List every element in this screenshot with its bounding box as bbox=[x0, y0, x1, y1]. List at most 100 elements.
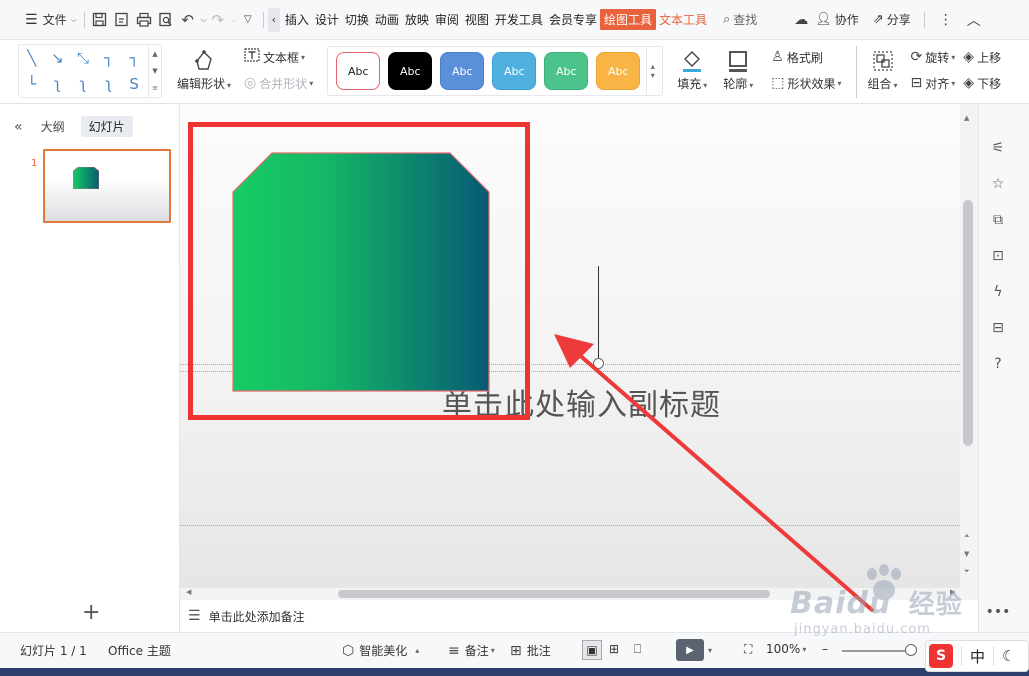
collapse-ribbon-icon[interactable]: ︿ bbox=[963, 9, 985, 31]
tab-view[interactable]: 视图 bbox=[462, 11, 492, 28]
grid-view-icon[interactable]: ⊞ bbox=[609, 642, 619, 656]
caret-down-icon[interactable]: ▾ bbox=[651, 71, 655, 80]
zoom-level[interactable]: 100% ▾ bbox=[766, 642, 806, 656]
add-slide-icon[interactable]: + bbox=[82, 600, 100, 625]
arrow-line-icon[interactable]: ↘ bbox=[51, 49, 64, 67]
search-button[interactable]: ⌕ 查找 bbox=[720, 7, 760, 33]
tab-drawing-tools[interactable]: 绘图工具 bbox=[599, 9, 656, 30]
file-menu[interactable]: ☰ 文件 ⌵ bbox=[22, 7, 80, 33]
save-icon[interactable] bbox=[89, 9, 111, 31]
tab-animation[interactable]: 动画 bbox=[372, 11, 402, 28]
smart-beautify-button[interactable]: ⬡ 智能美化 ▴ bbox=[342, 642, 419, 659]
play-button[interactable]: ▶ ▾ bbox=[676, 639, 712, 661]
curved-double-arrow-icon[interactable]: ʅ bbox=[105, 75, 112, 93]
elbow-arrow-connector-icon[interactable]: ┐ bbox=[130, 49, 139, 67]
curved-arrow-connector-icon[interactable]: ʅ bbox=[80, 75, 87, 93]
merge-shape-button[interactable]: ◎ 合并形状 ▾ bbox=[244, 70, 313, 96]
more-horizontal-icon[interactable]: ••• bbox=[986, 602, 1011, 622]
elbow-double-arrow-icon[interactable]: └ bbox=[27, 75, 36, 93]
outline-button[interactable]: 轮廓 ▾ bbox=[723, 49, 753, 92]
ime-toolbar[interactable]: S 中 ☾ bbox=[925, 640, 1029, 672]
text-box-button[interactable]: 文本框 ▾ bbox=[244, 44, 305, 70]
export-pdf-icon[interactable] bbox=[111, 9, 133, 31]
bring-forward-button[interactable]: ◈ 上移 bbox=[963, 44, 1001, 70]
tab-insert[interactable]: 插入 bbox=[282, 11, 312, 28]
more-vertical-icon[interactable]: ⋮ bbox=[935, 9, 957, 31]
collaborate-button[interactable]: 👤︎ 协作 bbox=[812, 7, 862, 33]
cloud-sync-icon[interactable]: ☁ bbox=[790, 9, 812, 31]
prev-slide-icon[interactable]: ⏶ bbox=[964, 532, 970, 541]
align-button[interactable]: ⊟ 对齐 ▾ bbox=[911, 70, 956, 96]
style-preset-5[interactable]: Abc bbox=[544, 52, 589, 90]
star-icon[interactable]: ☆ bbox=[988, 174, 1008, 194]
share-button[interactable]: ⇗ 分享 bbox=[870, 7, 914, 33]
slide-thumbnail[interactable] bbox=[43, 149, 171, 223]
tab-slides[interactable]: 幻灯片 bbox=[80, 116, 133, 137]
tab-text-tools[interactable]: 文本工具 bbox=[656, 11, 710, 28]
tab-review[interactable]: 审阅 bbox=[432, 11, 462, 28]
style-preset-3[interactable]: Abc bbox=[440, 52, 485, 90]
caret-down-icon[interactable]: ▼ bbox=[152, 67, 157, 75]
send-backward-button[interactable]: ◈ 下移 bbox=[963, 70, 1001, 96]
tab-developer[interactable]: 开发工具 bbox=[492, 11, 546, 28]
tab-outline[interactable]: 大纲 bbox=[33, 116, 73, 137]
gallery-scroll[interactable]: ▲ ▼ ≡ bbox=[148, 45, 161, 97]
comments-button[interactable]: ⊞ 批注 bbox=[510, 642, 551, 659]
ime-language[interactable]: 中 bbox=[970, 646, 985, 667]
customize-toolbar-icon[interactable]: ▽ bbox=[237, 9, 259, 31]
slide-canvas[interactable]: 单击此处输入副标题 bbox=[180, 104, 960, 588]
style-preset-6[interactable]: Abc bbox=[596, 52, 641, 90]
curved-connector-icon[interactable]: ʅ bbox=[54, 75, 61, 93]
scroll-up-icon[interactable]: ▲ bbox=[964, 114, 969, 122]
tab-design[interactable]: 设计 bbox=[312, 11, 342, 28]
edit-shape-button[interactable]: 编辑形状 ▾ bbox=[177, 49, 231, 92]
zoom-out-icon[interactable]: – bbox=[822, 642, 828, 656]
elbow-connector-icon[interactable]: ┐ bbox=[104, 49, 113, 67]
vertical-scroll-thumb[interactable] bbox=[963, 200, 973, 446]
expand-gallery-icon[interactable]: ≡ bbox=[152, 84, 158, 92]
tab-slideshow[interactable]: 放映 bbox=[402, 11, 432, 28]
line-shapes-gallery[interactable]: ╲ ↘ ⤡ ┐ ┐ └ ʅ ʅ ʅ S ▲ ▼ ≡ bbox=[18, 44, 162, 98]
line-icon[interactable]: ╲ bbox=[27, 49, 36, 67]
print-preview-icon[interactable] bbox=[155, 9, 177, 31]
book-icon[interactable]: ⊟ bbox=[988, 318, 1008, 338]
zoom-slider-track[interactable] bbox=[842, 650, 914, 652]
normal-view-icon[interactable]: ▣ bbox=[582, 640, 602, 660]
scroll-left-icon[interactable]: ◀ bbox=[186, 588, 191, 596]
scroll-down-icon[interactable]: ▼ bbox=[964, 550, 969, 558]
freeform-curve-icon[interactable]: S bbox=[129, 75, 139, 93]
help-icon[interactable]: ? bbox=[988, 354, 1008, 374]
caret-up-icon[interactable]: ▴ bbox=[651, 62, 655, 71]
format-painter-button[interactable]: ♙ 格式刷 bbox=[771, 44, 823, 70]
tabs-scroll-left-icon[interactable]: ‹ bbox=[267, 7, 280, 32]
tab-member[interactable]: 会员专享 bbox=[546, 11, 600, 28]
horizontal-scroll-thumb[interactable] bbox=[338, 590, 770, 598]
backup-icon[interactable]: ⊡ bbox=[988, 246, 1008, 266]
style-preset-2[interactable]: Abc bbox=[388, 52, 433, 90]
fit-window-icon[interactable]: ⛶ bbox=[744, 642, 752, 657]
double-arrow-line-icon[interactable]: ⤡ bbox=[77, 49, 89, 67]
notes-toggle-button[interactable]: ≡ 备注 ▾ bbox=[448, 642, 495, 659]
style-gallery-more[interactable]: ▴ ▾ bbox=[646, 47, 658, 95]
zoom-slider-knob[interactable] bbox=[905, 644, 917, 656]
properties-icon[interactable]: ⚟ bbox=[988, 138, 1008, 158]
tab-transition[interactable]: 切换 bbox=[342, 11, 372, 28]
fill-button[interactable]: 填充 ▾ bbox=[677, 49, 707, 92]
caret-up-icon[interactable]: ▲ bbox=[152, 50, 157, 58]
collapse-panel-icon[interactable]: « bbox=[14, 119, 23, 135]
moon-icon[interactable]: ☾ bbox=[1002, 647, 1015, 665]
style-preset-4[interactable]: Abc bbox=[492, 52, 537, 90]
vertical-scrollbar[interactable]: ▲ ⏶ ▼ ⏷ bbox=[960, 104, 978, 588]
transition-icon[interactable]: ⧉ bbox=[988, 210, 1008, 230]
print-icon[interactable] bbox=[133, 9, 155, 31]
redo-icon[interactable]: ↷ bbox=[207, 9, 229, 31]
reading-view-icon[interactable]: ⎕ bbox=[634, 642, 641, 657]
lightning-icon[interactable]: ϟ bbox=[988, 282, 1008, 302]
group-button[interactable]: 组合 ▾ bbox=[868, 49, 898, 92]
style-preset-1[interactable]: Abc bbox=[336, 52, 381, 90]
shape-effects-button[interactable]: ⬚ 形状效果 ▾ bbox=[771, 70, 841, 96]
undo-icon[interactable]: ↶ bbox=[177, 9, 199, 31]
theme-name[interactable]: Office 主题 bbox=[108, 642, 171, 659]
sogou-logo-icon[interactable]: S bbox=[929, 644, 953, 668]
rotate-button[interactable]: ⟳ 旋转 ▾ bbox=[911, 44, 956, 70]
